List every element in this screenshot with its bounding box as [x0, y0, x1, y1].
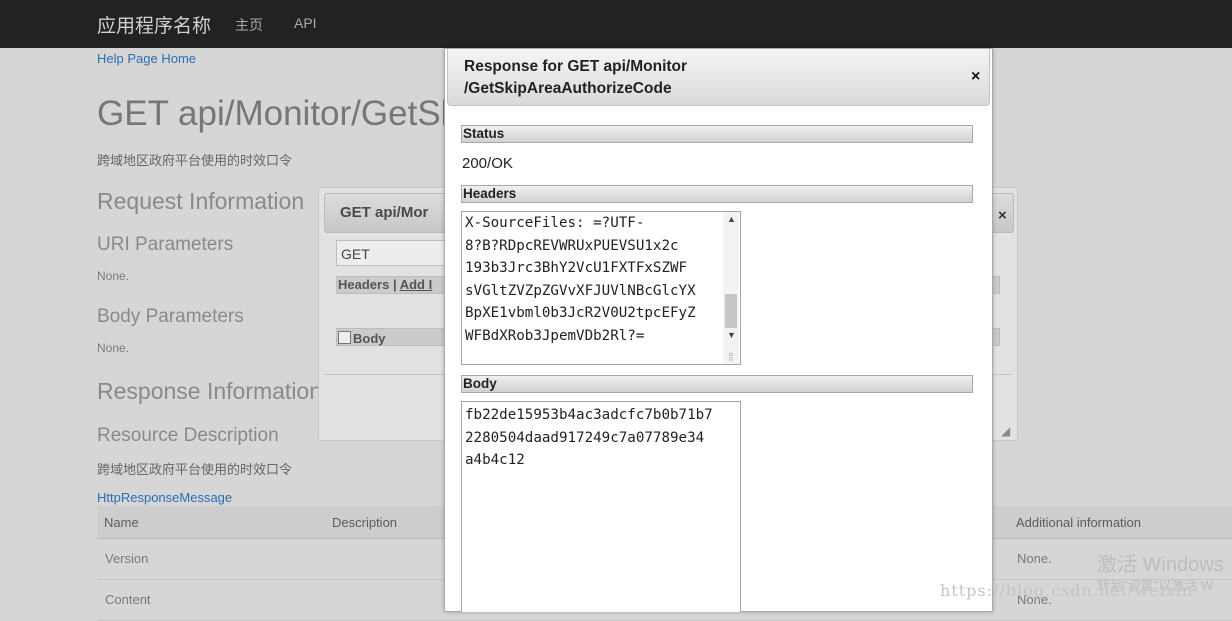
- resize-grip-icon[interactable]: ⣿: [728, 352, 734, 361]
- request-information-heading: Request Information: [97, 188, 305, 214]
- body-parameters-heading: Body Parameters: [97, 306, 244, 327]
- add-header-link[interactable]: Add I: [400, 277, 433, 292]
- scroll-thumb[interactable]: [725, 294, 737, 328]
- response-information-heading: Response Information: [97, 378, 323, 404]
- test-dialog-title: GET api/Mor: [340, 204, 429, 221]
- scroll-down-icon[interactable]: ▼: [727, 330, 736, 340]
- resize-grip-icon[interactable]: ◢: [1001, 424, 1010, 438]
- headers-text: X-SourceFiles: =?UTF- 8?B?RDpcREVWRUxPUE…: [465, 215, 696, 344]
- body-textarea[interactable]: fb22de15953b4ac3adcfc7b0b71b7 2280504daa…: [461, 401, 741, 612]
- close-icon[interactable]: ×: [971, 68, 980, 86]
- column-header-additional: Additional information: [1016, 515, 1142, 530]
- resource-description-text: 跨域地区政府平台使用的时效口令: [97, 462, 293, 477]
- response-dialog-header: Response for GET api/Monitor /GetSkipAre…: [447, 49, 990, 106]
- resource-description-heading: Resource Description: [97, 425, 279, 446]
- status-value: 200/OK: [462, 155, 513, 172]
- help-page-home-link[interactable]: Help Page Home: [97, 51, 196, 66]
- body-label: Body: [338, 331, 386, 346]
- top-navbar: 应用程序名称 主页 API: [0, 0, 1232, 48]
- uri-parameters-value: None.: [97, 269, 130, 283]
- status-label: Status: [463, 126, 505, 141]
- headers-scrollbar[interactable]: ▲ ▼: [723, 212, 739, 364]
- page-subtitle: 跨域地区政府平台使用的时效口令: [97, 153, 293, 168]
- column-header-name: Name: [104, 515, 139, 530]
- activate-windows-watermark: 激活 Windows: [1097, 554, 1224, 576]
- column-header-description: Description: [332, 515, 398, 530]
- headers-label: Headers: [463, 186, 517, 201]
- body-checkbox-label: Body: [353, 331, 386, 346]
- blog-url-watermark: https://blog.csdn.net/weixin: [940, 581, 1194, 600]
- response-dialog: Response for GET api/Monitor /GetSkipAre…: [444, 48, 993, 612]
- separator: |: [392, 277, 397, 292]
- headers-textarea[interactable]: X-SourceFiles: =?UTF- 8?B?RDpcREVWRUxPUE…: [461, 211, 741, 365]
- app-brand[interactable]: 应用程序名称: [97, 11, 211, 38]
- headers-label: Headers | Add I: [338, 277, 432, 292]
- response-type-link[interactable]: HttpResponseMessage: [97, 490, 232, 505]
- row-additional: None.: [1017, 551, 1052, 566]
- uri-parameters-heading: URI Parameters: [97, 234, 234, 255]
- nav-link-api[interactable]: API: [294, 15, 317, 31]
- body-label: Body: [463, 376, 497, 391]
- body-text: fb22de15953b4ac3adcfc7b0b71b7 2280504daa…: [465, 407, 713, 469]
- status-section-bar: Status: [461, 125, 973, 143]
- body-parameters-value: None.: [97, 341, 130, 355]
- response-dialog-title: Response for GET api/Monitor /GetSkipAre…: [464, 56, 687, 100]
- headers-toggle[interactable]: Headers: [338, 277, 389, 292]
- scroll-up-icon[interactable]: ▲: [727, 214, 736, 224]
- body-checkbox[interactable]: [338, 331, 351, 344]
- row-name: Content: [105, 592, 151, 607]
- headers-section-bar: Headers: [461, 185, 973, 203]
- nav-link-home[interactable]: 主页: [235, 15, 263, 35]
- page-title: GET api/Monitor/GetSk: [97, 94, 459, 133]
- title-line-1: Response for GET api/Monitor: [464, 58, 688, 75]
- body-section-bar: Body: [461, 375, 973, 393]
- close-icon[interactable]: ×: [998, 207, 1007, 224]
- row-name: Version: [105, 551, 149, 566]
- title-line-2: /GetSkipAreaAuthorizeCode: [464, 80, 672, 97]
